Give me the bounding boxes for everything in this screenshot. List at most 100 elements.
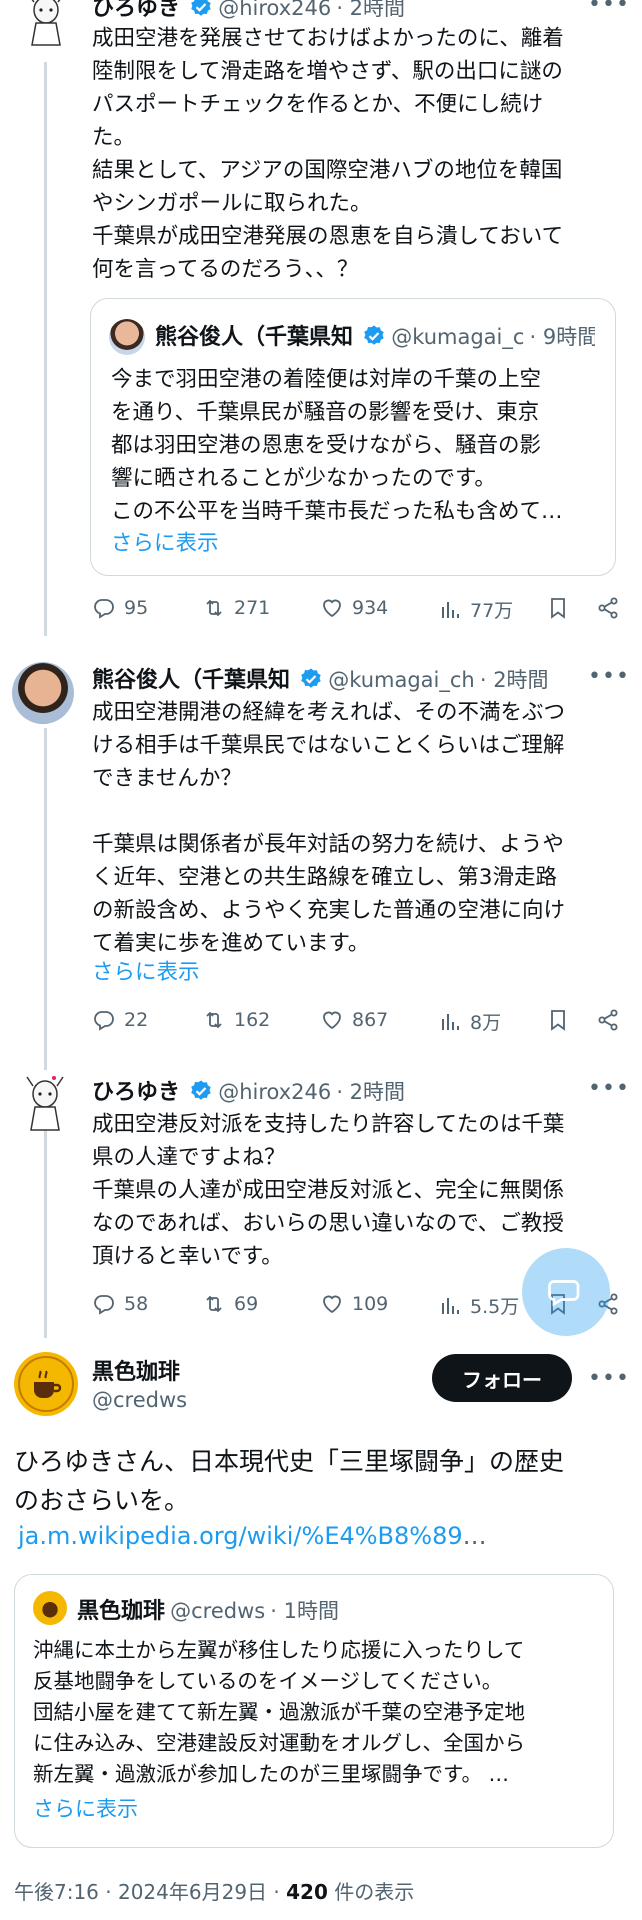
timestamp-text[interactable]: 午後7:16 · 2024年6月29日 · — [14, 1880, 286, 1904]
verified-icon — [189, 0, 213, 19]
reply-button[interactable]: 58 — [92, 1292, 148, 1316]
link-ellipsis: … — [462, 1522, 487, 1550]
views-icon — [442, 1297, 459, 1314]
views-number: 420 — [286, 1880, 328, 1904]
user-name[interactable]: 熊谷俊人（千葉県知 — [92, 668, 290, 692]
tweet-actions: 95 271 934 77万 — [92, 596, 632, 626]
like-button[interactable]: 109 — [320, 1292, 388, 1316]
like-icon — [323, 1295, 341, 1314]
thread-line — [44, 728, 47, 1070]
reply-button[interactable]: 95 — [92, 596, 148, 620]
tweet-timestamp: 午後7:16 · 2024年6月29日 · 420 件の表示 — [14, 1876, 414, 1905]
thread-line — [44, 62, 47, 636]
avatar-kumagai[interactable] — [12, 662, 74, 724]
like-button[interactable]: 867 — [320, 1008, 388, 1032]
share-icon — [598, 1009, 618, 1031]
verified-icon — [299, 667, 323, 691]
more-icon[interactable]: ••• — [588, 664, 630, 689]
views-button[interactable]: 5.5万 — [438, 1292, 519, 1319]
bookmark-button[interactable] — [546, 596, 570, 620]
quote-card[interactable]: 熊谷俊人（千葉県知 @kumagai_c · 9時間 今まで羽田空港の着陸便は対… — [90, 298, 616, 576]
tweet-body: 成田空港を発展させておけばよかったのに、離着 陸制限をして滑走路を増やさず、駅の… — [92, 26, 564, 282]
bookmark-button[interactable] — [546, 1008, 570, 1032]
retweet-button[interactable]: 162 — [202, 1008, 270, 1032]
quote-time: · 9時間 — [529, 325, 595, 349]
like-icon — [323, 599, 341, 618]
like-button[interactable]: 934 — [320, 596, 388, 620]
thread-line — [44, 1108, 47, 1338]
quote-card[interactable]: 黒色珈琲 @credws · 1時間 沖縄に本土から左翼が移住したり応援に入った… — [14, 1574, 614, 1848]
quote-user-handle: @kumagai_c — [391, 325, 525, 349]
views-count: 77万 — [470, 600, 514, 622]
like-count: 867 — [352, 1009, 389, 1031]
quote-header: 熊谷俊人（千葉県知 @kumagai_c · 9時間 — [155, 319, 595, 351]
user-handle[interactable]: @hirox246 — [218, 0, 331, 20]
like-count: 109 — [352, 1293, 389, 1315]
bookmark-icon — [551, 598, 565, 619]
bookmark-icon — [551, 1010, 565, 1031]
retweet-button[interactable]: 69 — [202, 1292, 258, 1316]
views-count: 8万 — [470, 1012, 502, 1034]
quote-user-name: 熊谷俊人（千葉県知 — [155, 325, 354, 350]
follow-button[interactable]: フォロー — [432, 1354, 572, 1402]
link-text: ja.m.wikipedia.org/wiki/%E4%B8%89 — [18, 1522, 463, 1550]
verified-icon — [362, 324, 386, 348]
reply-button[interactable]: 22 — [92, 1008, 148, 1032]
show-more-link[interactable]: さらに表示 — [92, 956, 200, 989]
share-button[interactable] — [596, 1008, 620, 1032]
quote-header: 黒色珈琲 @credws · 1時間 — [77, 1593, 339, 1625]
user-handle[interactable]: @hirox246 — [218, 1080, 331, 1104]
more-icon[interactable]: ••• — [588, 1366, 630, 1391]
wikipedia-link[interactable]: ja.m.wikipedia.org/wiki/%E4%B8%89… — [18, 1522, 487, 1550]
tweet-actions: 22 162 867 8万 — [92, 1008, 632, 1038]
user-handle[interactable]: @kumagai_ch — [328, 668, 475, 692]
quote-body: 今まで羽田空港の着陸便は対岸の千葉の上空 を通り、千葉県民が騒音の影響を受け、東… — [111, 367, 563, 524]
avatar-kokushoku-coffee — [33, 1591, 67, 1625]
views-button[interactable]: 8万 — [438, 1008, 501, 1035]
retweet-icon — [206, 1011, 222, 1029]
tweet-body: 成田空港反対派を支持したり許容してたのは千葉 県の人達ですよね？ 千葉県の人達が… — [92, 1112, 565, 1269]
like-icon — [323, 1011, 341, 1030]
avatar-hiroyuki[interactable] — [20, 1072, 70, 1134]
views-count: 5.5万 — [470, 1296, 520, 1318]
reply-icon — [94, 1295, 114, 1315]
like-count: 934 — [352, 597, 389, 619]
share-button[interactable] — [596, 596, 620, 620]
quote-time: · 1時間 — [270, 1599, 340, 1623]
avatar-hiroyuki[interactable] — [22, 0, 70, 50]
views-icon — [442, 1013, 459, 1030]
retweet-icon — [206, 599, 222, 617]
tweet-header: 熊谷俊人（千葉県知 @kumagai_ch · 2時間 — [92, 662, 592, 692]
main-tweet-body: ひろゆきさん、日本現代史「三里塚闘争」の歴史 のおさらいを。 — [14, 1447, 565, 1515]
reply-count: 95 — [124, 597, 149, 619]
tweet-time[interactable]: · 2時間 — [336, 1080, 405, 1104]
verified-icon — [189, 1079, 213, 1103]
tweet-header: ひろゆき @hirox246 · 2時間 — [92, 1074, 592, 1105]
tweet-body: 成田空港開港の経緯を考えれば、その不満をぶつ ける相手は千葉県民ではないことくら… — [92, 700, 566, 956]
more-icon[interactable]: ••• — [588, 0, 630, 17]
reply-icon — [94, 1011, 114, 1031]
retweet-button[interactable]: 271 — [202, 596, 270, 620]
retweet-count: 271 — [234, 597, 271, 619]
reply-icon — [94, 599, 114, 619]
tweet-header: ひろゆき @hirox246 · 2時間 — [92, 0, 612, 21]
show-more-link[interactable]: さらに表示 — [33, 1793, 138, 1823]
avatar-kumagai — [109, 319, 145, 355]
compose-button[interactable] — [522, 1248, 610, 1336]
user-name[interactable]: ひろゆき — [92, 1080, 180, 1105]
user-name[interactable]: ひろゆき — [92, 0, 180, 21]
reply-count: 22 — [124, 1009, 149, 1031]
show-more-link[interactable]: さらに表示 — [111, 527, 219, 560]
tweet-time[interactable]: · 2時間 — [336, 0, 405, 20]
quote-body: 沖縄に本土から左翼が移住したり応援に入ったりして 反基地闘争をしているのをイメー… — [33, 1638, 525, 1786]
retweet-icon — [206, 1295, 222, 1313]
quote-user-name: 黒色珈琲 — [77, 1599, 166, 1624]
views-icon — [442, 601, 459, 618]
quote-user-handle: @credws — [170, 1599, 266, 1623]
user-name[interactable]: 黒色珈琲 — [92, 1354, 180, 1386]
more-icon[interactable]: ••• — [588, 1076, 630, 1101]
tweet-time[interactable]: · 2時間 — [480, 668, 549, 692]
avatar-kokushoku-coffee[interactable] — [14, 1352, 78, 1416]
user-handle[interactable]: @credws — [92, 1388, 187, 1412]
views-button[interactable]: 77万 — [438, 596, 513, 623]
